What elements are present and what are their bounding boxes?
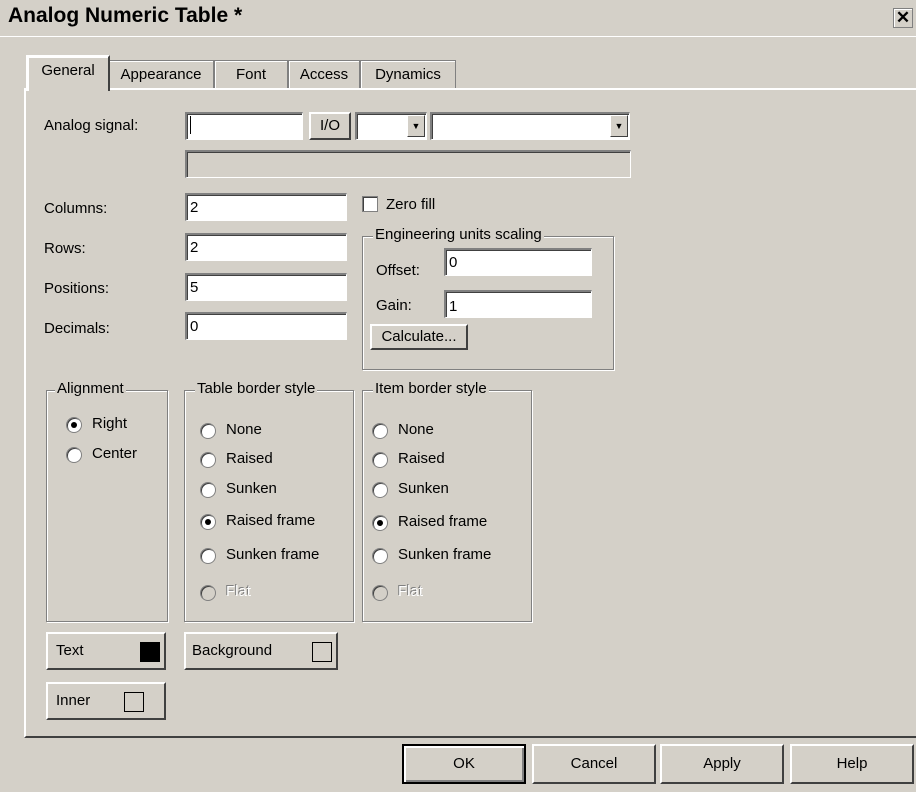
decimals-input[interactable]: 0 (185, 312, 347, 340)
offset-input[interactable]: 0 (444, 248, 592, 276)
table-border-flat-radio (200, 585, 216, 601)
window-title: Analog Numeric Table * (8, 4, 243, 27)
footer: OK Cancel Apply Help (0, 738, 916, 792)
columns-input[interactable]: 2 (185, 193, 347, 221)
close-button[interactable]: ✕ (893, 8, 913, 28)
tab-appearance[interactable]: Appearance (108, 60, 214, 89)
item-border-sunken-label: Sunken (398, 480, 449, 497)
gain-input[interactable]: 1 (444, 290, 592, 318)
item-border-raised-label: Raised (398, 450, 445, 467)
inner-color-label: Inner (56, 692, 91, 709)
inner-color-swatch (124, 692, 144, 712)
background-color-label: Background (192, 642, 273, 659)
chevron-down-icon[interactable]: ▼ (407, 115, 425, 137)
scaling-group-title: Engineering units scaling (373, 226, 544, 243)
tab-general[interactable]: General (26, 55, 110, 91)
text-color-swatch (140, 642, 160, 662)
background-color-swatch (312, 642, 332, 662)
table-border-sunken-label: Sunken (226, 480, 277, 497)
text-color-button[interactable]: Text (46, 632, 166, 670)
alignment-right-radio[interactable] (66, 417, 82, 433)
help-button[interactable]: Help (790, 744, 914, 784)
table-border-none-label: None (226, 421, 262, 438)
text-cursor (190, 116, 191, 134)
table-border-flat-label: Flat (226, 583, 252, 600)
alignment-center-radio[interactable] (66, 447, 82, 463)
io-button[interactable]: I/O (309, 112, 351, 140)
inner-color-button[interactable]: Inner (46, 682, 166, 720)
zero-fill-checkbox[interactable] (362, 196, 378, 212)
alignment-center-label: Center (92, 445, 138, 462)
offset-label: Offset: (376, 262, 420, 279)
gain-label: Gain: (376, 297, 412, 314)
analog-signal-input[interactable] (185, 112, 303, 140)
columns-label: Columns: (44, 200, 108, 217)
table-border-sunken-frame-label: Sunken frame (226, 546, 320, 563)
item-border-group: Item border style (362, 380, 532, 622)
analog-signal-label: Analog signal: (44, 117, 139, 134)
tab-font[interactable]: Font (214, 60, 288, 89)
item-border-sunken-radio[interactable] (372, 482, 388, 498)
text-color-label: Text (56, 642, 84, 659)
item-border-raised-frame-radio[interactable] (372, 515, 388, 531)
dialog-window: Analog Numeric Table * ✕ General Appeara… (0, 0, 916, 792)
item-border-raised-frame-label: Raised frame (398, 513, 488, 530)
item-border-none-label: None (398, 421, 434, 438)
table-border-sunken-radio[interactable] (200, 482, 216, 498)
signal-source-dropdown[interactable]: ▼ (430, 112, 630, 140)
ok-button[interactable]: OK (402, 744, 526, 784)
close-icon: ✕ (895, 8, 911, 27)
table-border-raised-frame-label: Raised frame (226, 512, 316, 529)
table-border-group-title: Table border style (195, 380, 318, 397)
signal-expression-field (185, 150, 631, 178)
item-border-flat-radio (372, 585, 388, 601)
tab-access[interactable]: Access (288, 60, 360, 89)
cancel-button[interactable]: Cancel (532, 744, 656, 784)
tab-dynamics[interactable]: Dynamics (360, 60, 456, 89)
table-border-sunken-frame-radio[interactable] (200, 548, 216, 564)
positions-input[interactable]: 5 (185, 273, 347, 301)
calculate-button[interactable]: Calculate... (370, 324, 468, 350)
rows-input[interactable]: 2 (185, 233, 347, 261)
alignment-right-label: Right (92, 415, 128, 432)
zero-fill-label: Zero fill (386, 196, 436, 213)
item-border-sunken-frame-label: Sunken frame (398, 546, 492, 563)
rows-label: Rows: (44, 240, 86, 257)
positions-label: Positions: (44, 280, 110, 297)
table-border-raised-frame-radio[interactable] (200, 514, 216, 530)
title-bar: Analog Numeric Table * ✕ (0, 0, 916, 37)
background-color-button[interactable]: Background (184, 632, 338, 670)
decimals-label: Decimals: (44, 320, 110, 337)
item-border-none-radio[interactable] (372, 423, 388, 439)
chevron-down-icon[interactable]: ▼ (610, 115, 628, 137)
item-border-group-title: Item border style (373, 380, 489, 397)
signal-type-dropdown[interactable]: ▼ (355, 112, 427, 140)
table-border-raised-label: Raised (226, 450, 273, 467)
apply-button[interactable]: Apply (660, 744, 784, 784)
item-border-raised-radio[interactable] (372, 452, 388, 468)
item-border-sunken-frame-radio[interactable] (372, 548, 388, 564)
item-border-flat-label: Flat (398, 583, 424, 600)
alignment-group-title: Alignment (55, 380, 126, 397)
table-border-raised-radio[interactable] (200, 452, 216, 468)
table-border-none-radio[interactable] (200, 423, 216, 439)
